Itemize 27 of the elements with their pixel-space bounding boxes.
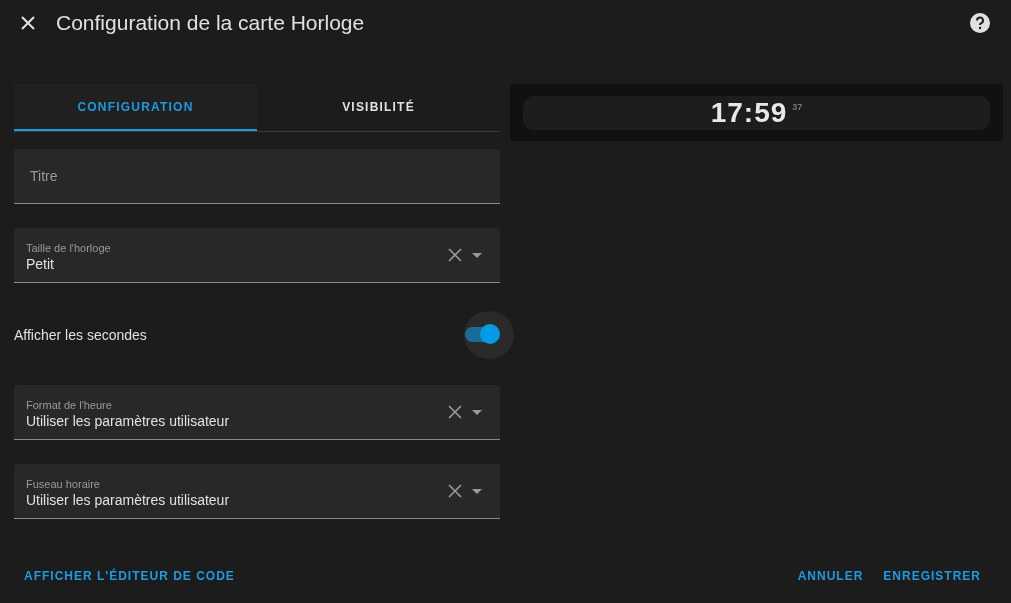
select-field[interactable]: Format de l'heure Utiliser les paramètres utilisateur xyxy=(14,385,500,440)
caret-icon[interactable] xyxy=(472,409,482,415)
toggle-label: Afficher les secondes xyxy=(14,327,147,343)
dialog-button[interactable]: ENREGISTRER xyxy=(873,563,991,589)
clear-icon[interactable] xyxy=(448,405,462,419)
select-field[interactable]: Fuseau horaire Utiliser les paramètres utilisateur xyxy=(14,464,500,519)
caret-icon[interactable] xyxy=(472,252,482,258)
field-value: Petit xyxy=(26,256,55,272)
clock-seconds: 37 xyxy=(792,101,803,112)
field-label: Taille de l'horloge xyxy=(26,242,112,254)
field-label: Format de l'heure xyxy=(26,399,113,411)
select-field[interactable]: Taille de l'horloge Petit xyxy=(14,228,500,283)
clear-icon[interactable] xyxy=(448,248,462,262)
clear-icon[interactable] xyxy=(448,484,462,498)
field-value: Utiliser les paramètres utilisateur xyxy=(26,492,231,508)
caret-icon[interactable] xyxy=(472,488,482,494)
code-editor-button[interactable]: AFFICHER L'ÉDITEUR DE CODE xyxy=(14,563,245,589)
field-label: Fuseau horaire xyxy=(26,478,101,490)
toggle-switch[interactable] xyxy=(464,311,514,359)
clock-time: 17:59 xyxy=(710,95,788,130)
dialog-button[interactable]: ANNULER xyxy=(787,563,874,589)
dialog-title: Configuration de la carte Horloge xyxy=(56,11,366,35)
help-icon[interactable] xyxy=(969,12,991,34)
tab[interactable]: VISIBILITÉ xyxy=(257,84,500,131)
title-field[interactable]: Titre xyxy=(14,149,500,204)
field-value: Utiliser les paramètres utilisateur xyxy=(26,413,231,429)
tab[interactable]: CONFIGURATION xyxy=(14,84,257,131)
